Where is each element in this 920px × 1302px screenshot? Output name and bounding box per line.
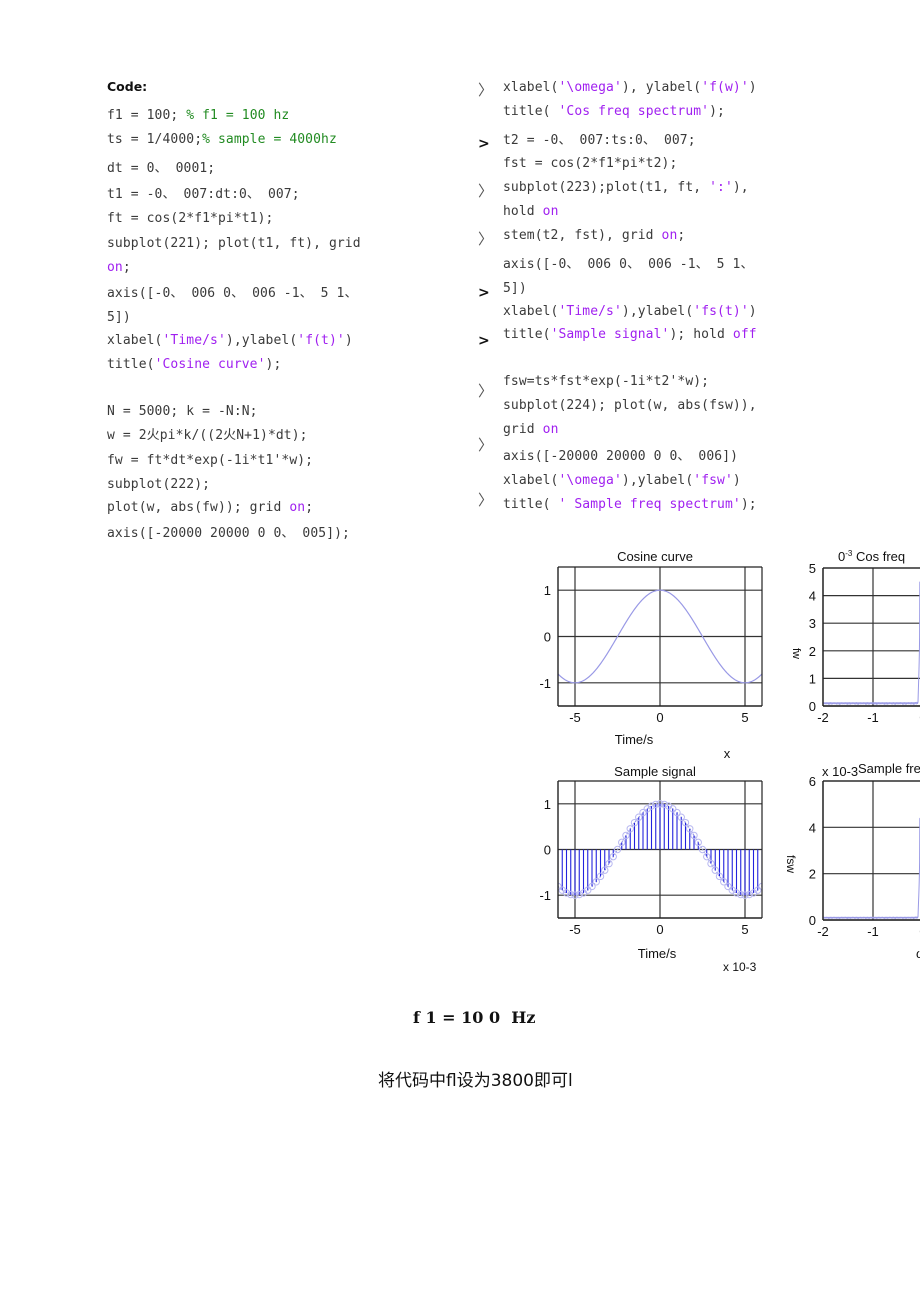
x-tick-label: 5 [741,710,748,725]
y-tick-label: 5 [809,561,816,576]
plot-area [823,781,920,920]
stem-marker [542,867,548,873]
x-tick-label: 5 [741,922,748,937]
y-tick-label: 0 [544,843,551,858]
stem-marker [763,879,769,885]
x-tick-label: 0 [656,922,663,937]
frequency-caption: f 1 = 10 0 Hz [413,1008,536,1027]
chart-title: 0-3 Cos freq [838,549,905,564]
figure-subplots: Cosine curve Time/s x -5 0 5 -1 0 1 0-3 Cos f… [538,549,920,974]
stem-marker [776,860,782,866]
y-tick-label: 4 [809,589,816,604]
x-axis-label: ω [916,946,920,961]
x-exponent-label: x 10-3 [723,960,757,974]
x-tick-label: -2 [817,710,829,725]
chart-title: Sample signal [614,764,696,779]
stem-marker [538,860,544,866]
x-exponent-label: x [724,746,731,761]
instruction-caption: 将代码中fl设为3800即可l [378,1071,573,1091]
y-tick-label: 0 [809,913,816,928]
y-tick-label: 1 [544,583,551,598]
subplot-sample-signal: Sample signal Time/s x 10-3 -5 0 5 -1 0 1 [538,764,782,974]
x-axis-label: Time/s [615,732,654,747]
title-prefix: 0 [838,549,845,564]
chart-title: Sample fre [858,761,920,776]
y-tick-label: 4 [809,820,816,835]
y-tick-label: 0 [809,699,816,714]
subplot-cos-freq: 0-3 Cos freq fw -2 -1 0 0 1 2 3 4 5 [790,549,920,725]
stem-marker [546,873,552,879]
y-axis-label: fw [790,648,802,659]
stem-marker [551,879,557,885]
x-tick-label: -5 [569,710,581,725]
plot-area [823,568,920,706]
y-tick-label: -1 [539,888,551,903]
chart-title: Cosine curve [617,549,693,564]
stem-marker [772,867,778,873]
y-tick-label: 2 [809,644,816,659]
x-axis-label: Time/s [638,946,677,961]
subplot-cosine-curve: Cosine curve Time/s x -5 0 5 -1 0 1 [539,549,763,761]
y-tick-label: 1 [809,671,816,686]
y-tick-label: 6 [809,774,816,789]
subplot-sample-freq: x 10-3 Sample fre fsw ω -2-100246 [784,761,920,961]
y-axis-label: fsw [784,855,798,873]
x-tick-label: 0 [656,710,663,725]
y-tick-label: 1 [544,797,551,812]
y-tick-label: 0 [544,630,551,645]
x-tick-label: -1 [867,924,879,939]
x-tick-label: -2 [817,924,829,939]
y-exponent-label: x 10-3 [822,764,858,779]
x-tick-label: -5 [569,922,581,937]
y-tick-label: 2 [809,867,816,882]
y-tick-label: -1 [539,676,551,691]
stem-marker [767,873,773,879]
x-tick-label: -1 [867,710,879,725]
y-tick-label: 3 [809,616,816,631]
title-main: Cos freq [852,549,905,564]
